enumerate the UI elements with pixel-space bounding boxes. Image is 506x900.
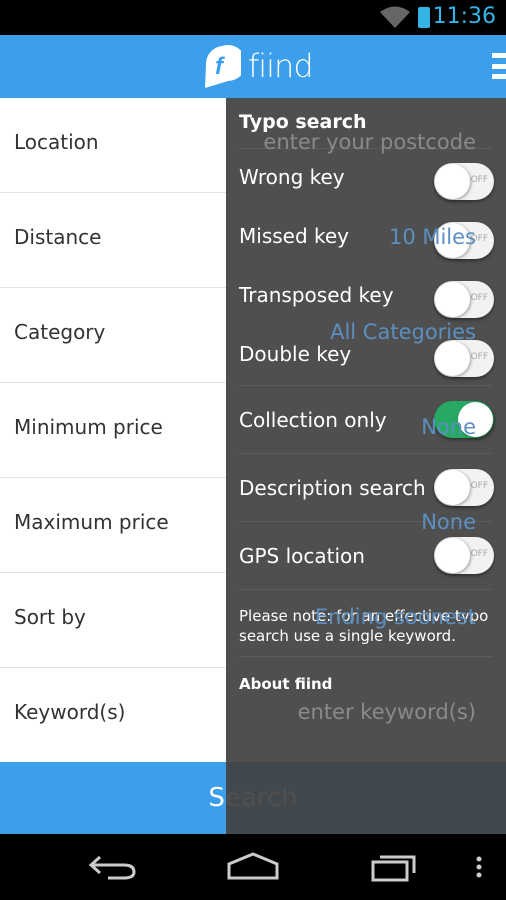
field-label: Keyword(s) — [14, 700, 126, 724]
toggle-row-transposed-key: Transposed key OFF — [239, 267, 494, 326]
toggle-state: OFF — [470, 293, 488, 303]
toggle-row-wrong-key: Wrong key OFF — [239, 149, 494, 208]
clock: 11:36 — [432, 4, 496, 29]
toggle-label: Wrong key — [239, 165, 345, 189]
min-price-value[interactable]: None — [421, 415, 476, 439]
double-key-toggle[interactable]: OFF — [434, 340, 494, 377]
app-name: fiind — [248, 47, 314, 85]
toggle-label: Description search — [239, 476, 426, 500]
toggle-label: Transposed key — [239, 283, 394, 307]
app-bar: f fiind — [0, 35, 506, 98]
toggle-state: OFF — [470, 549, 488, 559]
distance-value[interactable]: 10 Miles — [389, 225, 476, 249]
field-label: Maximum price — [14, 510, 169, 534]
fiind-logo-icon: f — [205, 45, 241, 88]
about-link[interactable]: About fiind — [239, 657, 492, 693]
field-label: Minimum price — [14, 415, 163, 439]
back-icon[interactable] — [88, 854, 136, 880]
field-label: Category — [14, 320, 106, 344]
home-icon[interactable] — [226, 852, 280, 880]
sort-by-value[interactable]: Ending soonest — [315, 605, 476, 629]
toggle-label: GPS location — [239, 544, 365, 568]
max-price-value[interactable]: None — [421, 510, 476, 534]
field-label: Distance — [14, 225, 102, 249]
recent-apps-icon[interactable] — [370, 852, 420, 882]
navigation-bar — [0, 834, 506, 900]
wrong-key-toggle[interactable]: OFF — [434, 163, 494, 200]
gps-location-toggle[interactable]: OFF — [434, 537, 494, 574]
battery-charging-icon — [418, 7, 430, 28]
toggle-state: OFF — [470, 352, 488, 362]
keywords-input[interactable]: enter keyword(s) — [298, 700, 476, 724]
transposed-key-toggle[interactable]: OFF — [434, 281, 494, 318]
toggle-state: OFF — [470, 481, 488, 491]
hamburger-menu-icon[interactable] — [492, 53, 506, 79]
field-label: Sort by — [14, 605, 86, 629]
toggle-label: Collection only — [239, 408, 387, 432]
overflow-menu-icon[interactable] — [476, 856, 482, 878]
location-input[interactable]: enter your postcode — [263, 130, 476, 154]
description-search-toggle[interactable]: OFF — [434, 469, 494, 506]
status-bar: 11:36 — [0, 0, 506, 35]
toggle-label: Missed key — [239, 224, 350, 248]
field-label: Location — [14, 130, 99, 154]
category-value[interactable]: All Categories — [330, 320, 476, 344]
toggle-state: OFF — [470, 175, 488, 185]
toggle-label: Double key — [239, 342, 352, 366]
wifi-icon — [380, 6, 410, 28]
